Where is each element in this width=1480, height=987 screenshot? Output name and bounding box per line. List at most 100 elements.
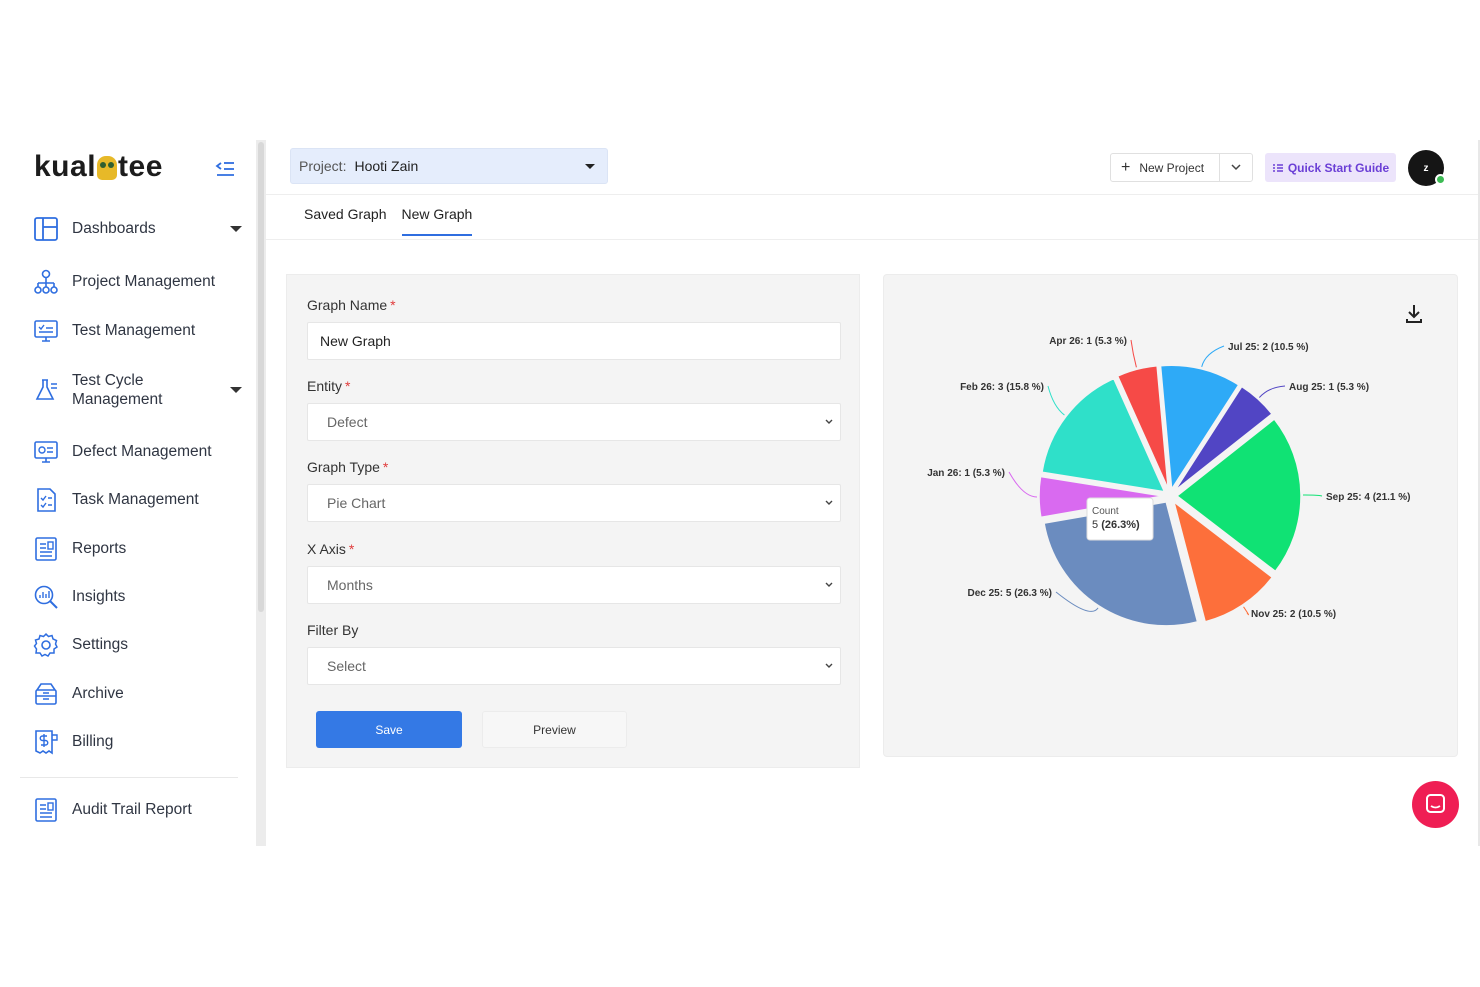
new-project-dropdown-button[interactable] [1220, 154, 1253, 181]
entity-select-value: Defect [327, 414, 368, 430]
pie-connector-apr-26 [1130, 339, 1137, 368]
sidebar-scrollbar-thumb[interactable] [258, 142, 264, 612]
task-management-icon [37, 488, 56, 512]
logo-text-left: kual [34, 150, 97, 183]
pie-connector-nov-25 [1243, 606, 1250, 616]
quick-start-guide-button[interactable]: Quick Start Guide [1265, 153, 1396, 182]
preview-button[interactable]: Preview [482, 711, 627, 748]
chevron-down-icon [825, 663, 833, 668]
sidebar-item-insights[interactable]: Insights [32, 582, 242, 612]
defect-management-icon [34, 441, 58, 463]
entity-label: Entity * [307, 378, 350, 394]
pie-label-sep-25: Sep 25: 4 (21.1 %) [1326, 492, 1410, 503]
required-mark: * [390, 297, 396, 313]
caret-down-icon [230, 387, 242, 393]
app-window: kual tee Dashboards Project Management Te… [18, 140, 1480, 846]
sidebar-item-label: Insights [72, 588, 126, 605]
project-management-icon [34, 269, 58, 294]
user-avatar[interactable]: z [1408, 150, 1446, 186]
pie-label-feb-26: Feb 26: 3 (15.8 %) [960, 382, 1044, 393]
chart-panel: Jul 25: 2 (10.5 %) Aug 25: 1 (5.3 %) Sep 2… [883, 274, 1458, 757]
pie-label-apr-26: Apr 26: 1 (5.3 %) [1049, 336, 1127, 347]
sidebar-item-billing[interactable]: Billing [32, 727, 242, 757]
pie-label-aug-25: Aug 25: 1 (5.3 %) [1289, 382, 1369, 393]
tooltip-percent: (26.3%) [1101, 519, 1140, 531]
tooltip-value: 5 (26.3%) [1092, 519, 1140, 531]
new-project-label: New Project [1139, 160, 1205, 175]
sidebar-item-label: Settings [72, 636, 129, 653]
list-icon [1272, 163, 1283, 172]
graph-type-select[interactable]: Pie Chart [307, 484, 841, 522]
caret-down-icon [230, 226, 242, 232]
pie-connector-aug-25 [1258, 385, 1286, 398]
graph-tabs: Saved Graph New Graph [304, 206, 487, 236]
dashboard-icon [34, 217, 58, 241]
sidebar-item-label: Audit Trail Report [72, 801, 192, 818]
gear-icon [33, 632, 58, 657]
sidebar-item-task-management[interactable]: Task Management [32, 485, 242, 515]
label-text: X Axis [307, 541, 346, 557]
chevron-down-icon [825, 419, 833, 424]
archive-icon [35, 683, 57, 705]
collapse-sidebar-icon[interactable] [214, 160, 236, 178]
label-line-2: Management [72, 391, 163, 408]
pie-connector-jan-26 [1008, 471, 1038, 498]
pie-label-jul-25: Jul 25: 2 (10.5 %) [1228, 342, 1309, 353]
graph-name-label: Graph Name * [307, 297, 396, 313]
sidebar-item-label: Reports [72, 540, 127, 557]
pie-connector-jul-25 [1201, 345, 1225, 367]
graph-type-select-value: Pie Chart [327, 495, 386, 511]
header-divider [266, 194, 1478, 195]
tabs-divider [266, 239, 1478, 240]
tab-new-graph[interactable]: New Graph [401, 206, 473, 236]
save-button[interactable]: Save [316, 711, 462, 748]
chat-icon [1426, 794, 1445, 813]
sidebar-item-test-management[interactable]: Test Management [32, 316, 242, 346]
tooltip-count: 5 [1092, 519, 1101, 531]
quick-start-guide-label: Quick Start Guide [1287, 160, 1390, 175]
audit-trail-icon [35, 798, 57, 822]
sidebar-item-reports[interactable]: Reports [32, 534, 242, 564]
x-axis-select[interactable]: Months [307, 566, 841, 604]
sidebar-item-label: Project Management [72, 273, 216, 290]
tab-saved-graph[interactable]: Saved Graph [304, 206, 387, 236]
sidebar-item-test-cycle-management[interactable]: Test Cycle Management [32, 368, 242, 412]
online-status-dot [1435, 174, 1446, 185]
sidebar-item-archive[interactable]: Archive [32, 679, 242, 709]
sidebar-item-project-management[interactable]: Project Management [32, 267, 242, 297]
entity-select[interactable]: Defect [307, 403, 841, 441]
filter-by-select[interactable]: Select [307, 647, 841, 685]
filter-by-label: Filter By [307, 622, 359, 638]
reports-icon [35, 537, 57, 561]
label-line-1: Test Cycle [72, 372, 144, 389]
required-mark: * [348, 541, 355, 557]
main-content: Project: Hooti Zain + New Project Quick … [266, 140, 1480, 846]
chevron-down-icon [825, 582, 833, 587]
pie-chart: Jul 25: 2 (10.5 %) Aug 25: 1 (5.3 %) Sep 2… [927, 336, 1410, 627]
sidebar-item-label: Task Management [72, 491, 199, 508]
x-axis-select-value: Months [327, 577, 373, 593]
new-project-button[interactable]: + New Project [1111, 154, 1220, 181]
kualitee-logo[interactable]: kual tee [34, 150, 163, 184]
billing-icon [35, 730, 58, 755]
caret-down-icon [585, 164, 595, 169]
project-selector-value: Hooti Zain [354, 158, 419, 174]
sidebar-item-settings[interactable]: Settings [32, 630, 242, 660]
sidebar-item-label: Defect Management [72, 443, 212, 460]
sidebar-item-defect-management[interactable]: Defect Management [32, 437, 242, 467]
logo-text-right: tee [118, 150, 163, 183]
label-text: Graph Type [307, 459, 380, 475]
sidebar-item-dashboards[interactable]: Dashboards [32, 214, 242, 244]
plus-icon: + [1121, 158, 1131, 176]
project-selector[interactable]: Project: Hooti Zain [290, 148, 608, 184]
chevron-down-icon [1231, 164, 1241, 171]
chat-support-button[interactable] [1412, 781, 1459, 828]
pie-connector-feb-26 [1047, 385, 1065, 416]
avatar-initial: z [1423, 162, 1429, 174]
pie-connector-sep-25 [1302, 494, 1323, 497]
sidebar-item-label: Dashboards [72, 220, 156, 237]
sidebar-item-audit-trail-report[interactable]: Audit Trail Report [32, 795, 242, 825]
graph-name-input[interactable]: New Graph [307, 322, 841, 360]
x-axis-label: X Axis * [307, 541, 354, 557]
pie-label-dec-25: Dec 25: 5 (26.3 %) [968, 588, 1053, 599]
